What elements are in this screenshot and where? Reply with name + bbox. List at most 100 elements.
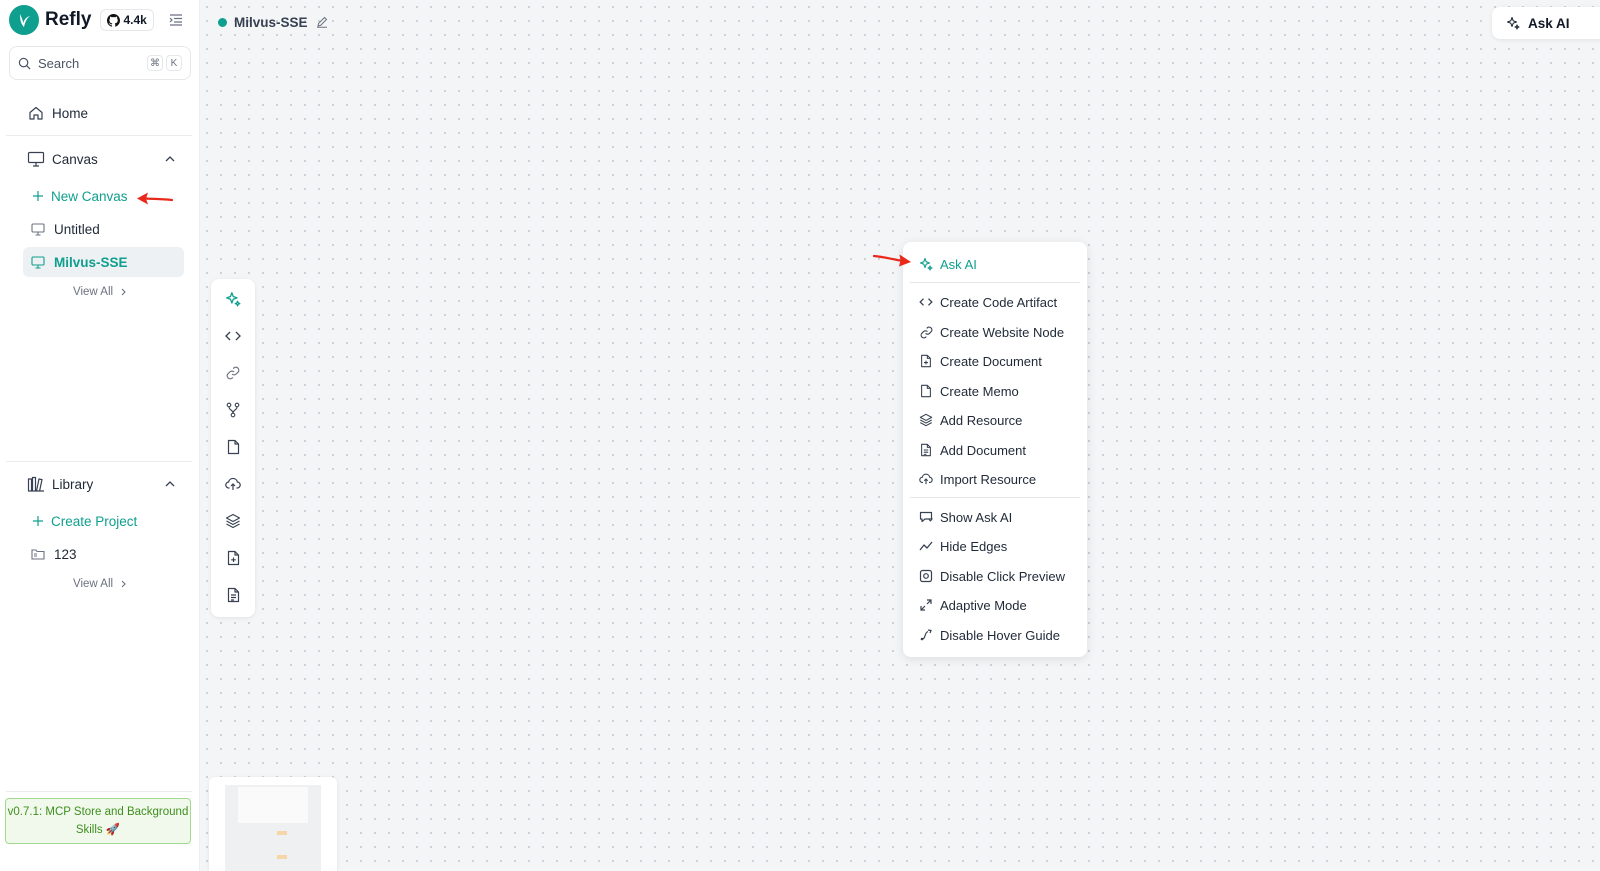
ask-ai-button[interactable]: Ask AI [1492,7,1600,39]
brand[interactable]: Refly 4.4k [9,5,154,35]
file-icon[interactable] [223,437,243,457]
file-plus-icon[interactable] [223,548,243,568]
library-view-all-link[interactable]: View All [73,578,126,590]
file-icon [918,383,934,399]
preview-icon [918,568,934,584]
divider [6,791,192,792]
menu-item-create-code-artifact[interactable]: Create Code Artifact [903,288,1087,316]
menu-item-label: Disable Click Preview [940,568,1065,584]
menu-item-label: Hide Edges [940,538,1008,554]
menu-item-show-ask-ai[interactable]: Show Ask AI [903,503,1087,531]
menu-item-hide-edges[interactable]: Hide Edges [903,532,1087,560]
menu-item-disable-hover-guide[interactable]: Disable Hover Guide [903,621,1087,649]
chevron-right-icon [121,580,126,588]
menu-item-ask-ai[interactable]: Ask AI [903,250,1087,278]
menu-item-label: Create Website Node [940,324,1065,340]
chevron-right-icon [121,288,126,296]
canvas-item-milvus-sse[interactable]: Milvus-SSE [23,247,184,277]
menu-item-create-document[interactable]: Create Document [903,347,1087,375]
app-name: Refly [45,9,92,30]
menu-item-label: Disable Hover Guide [940,627,1060,643]
branch-icon[interactable] [223,400,243,420]
shortcut-cmd-key: ⌘ [147,55,163,71]
canvas-item-untitled[interactable]: Untitled [23,214,184,244]
refly-logo-icon [9,5,39,35]
status-dot [218,17,227,27]
shortcut-k-key: K [166,55,182,71]
canvas-context-menu: Ask AI Create Code Artifact Create Websi… [903,242,1087,657]
menu-item-label: Create Code Artifact [940,294,1058,310]
code-icon[interactable] [223,326,243,346]
home-icon [27,104,45,122]
sparkles-icon [918,256,934,272]
canvas-icon [30,254,46,270]
github-stars-count: 4.4k [123,13,147,27]
menu-item-adaptive-mode[interactable]: Adaptive Mode [903,591,1087,619]
canvas-section-label: Canvas [52,151,98,167]
menu-item-label: Adaptive Mode [940,597,1027,613]
canvas-view-all-link[interactable]: View All [73,286,126,298]
menu-item-label: Show Ask AI [940,509,1013,525]
view-all-label: View All [73,578,114,590]
menu-item-add-document[interactable]: Add Document [903,436,1087,464]
plus-icon [30,188,46,204]
library-section-label: Library [52,476,94,492]
chevron-up-icon[interactable] [164,478,176,490]
canvas-icon [30,221,46,237]
project-icon [30,546,46,562]
sparkles-icon[interactable] [223,289,243,309]
annotation-arrow-icon [872,254,911,267]
library-icon [27,475,45,493]
layers-icon [918,412,934,428]
project-item-label: 123 [54,546,77,562]
edit-icon[interactable] [316,16,328,28]
expand-icon [918,597,934,613]
layers-icon[interactable] [223,511,243,531]
home-label: Home [52,105,89,121]
annotation-arrow-icon [137,192,174,205]
release-note-banner[interactable]: v0.7.1: MCP Store and Background Skills … [5,798,191,844]
menu-item-label: Create Memo [940,383,1019,399]
canvas-area[interactable] [200,0,1600,871]
plus-icon [30,513,46,529]
ask-ai-label: Ask AI [1528,15,1570,31]
menu-item-create-memo[interactable]: Create Memo [903,377,1087,405]
menu-item-create-website-node[interactable]: Create Website Node [903,318,1087,346]
sidebar-section-library[interactable]: Library [0,468,200,500]
canvas-minimap[interactable] [209,777,337,871]
minimap-node-marker [277,855,287,859]
divider [6,135,192,136]
file-plus-icon [918,353,934,369]
create-project-label: Create Project [51,513,138,529]
menu-item-disable-click-preview[interactable]: Disable Click Preview [903,562,1087,590]
new-canvas-label: New Canvas [51,188,128,204]
collapse-sidebar-icon[interactable] [167,11,185,29]
search-input[interactable]: Search ⌘ K [9,46,191,80]
sidebar-item-home[interactable]: Home [0,97,200,129]
file-text-icon[interactable] [223,585,243,605]
menu-item-label: Ask AI [940,256,977,272]
sidebar-section-canvas[interactable]: Canvas [0,143,200,175]
menu-separator [910,282,1080,283]
menu-item-import-resource[interactable]: Import Resource [903,465,1087,493]
minimap-node-marker [277,831,287,835]
search-icon [18,57,31,70]
sidebar: Refly 4.4k Search ⌘ K Home Canvas New Ca… [0,0,200,871]
canvas-item-label: Untitled [54,221,100,237]
chevron-up-icon[interactable] [164,153,176,165]
project-item-123[interactable]: 123 [23,539,184,569]
view-all-label: View All [73,286,114,298]
cloud-upload-icon[interactable] [223,474,243,494]
canvas-item-label: Milvus-SSE [54,254,128,270]
code-icon [918,294,934,310]
file-text-icon [918,442,934,458]
canvas-title: Milvus-SSE [218,13,328,31]
link-icon[interactable] [223,363,243,383]
search-placeholder: Search [38,55,80,71]
github-stars-badge[interactable]: 4.4k [100,9,154,31]
menu-item-label: Import Resource [940,471,1037,487]
github-icon [107,13,121,27]
canvas-toolbar [211,279,255,617]
create-project-button[interactable]: Create Project [23,506,184,536]
menu-item-add-resource[interactable]: Add Resource [903,406,1087,434]
